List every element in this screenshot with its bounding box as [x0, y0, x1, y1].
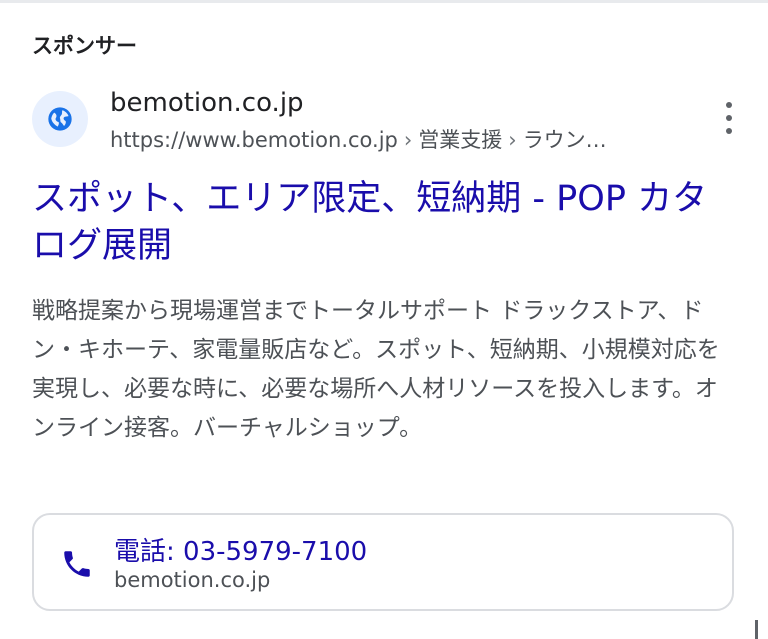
top-divider: [0, 0, 768, 3]
ad-headline-link[interactable]: スポット、エリア限定、短納期 - POP カタログ展開: [32, 176, 732, 270]
url-path-1: 営業支援: [418, 128, 503, 152]
call-extension-button[interactable]: 電話: 03-5979-7100 bemotion.co.jp: [32, 513, 734, 611]
ad-description: 戦略提案から現場運営までトータルサポート ドラックストア、ドン・キホーテ、家電量…: [32, 298, 720, 441]
more-vert-icon[interactable]: [722, 102, 736, 134]
url-separator: ›: [403, 128, 413, 152]
globe-icon: [48, 107, 72, 131]
phone-icon: [64, 551, 90, 577]
display-url: https://www.bemotion.co.jp › 営業支援 › ラウン…: [110, 124, 702, 154]
site-favicon: [32, 91, 88, 147]
url-path-2: ラウン…: [522, 128, 607, 152]
advertiser-name[interactable]: bemotion.co.jp: [110, 88, 304, 118]
advertiser-header[interactable]: bemotion.co.jp https://www.bemotion.co.j…: [32, 88, 744, 152]
call-domain: bemotion.co.jp: [114, 568, 271, 592]
call-phone-label: 電話: 03-5979-7100: [114, 537, 368, 567]
url-separator: ›: [508, 128, 517, 152]
scrollbar-thumb[interactable]: [755, 620, 758, 639]
sponsored-label: スポンサー: [32, 34, 137, 58]
url-domain: https://www.bemotion.co.jp: [110, 128, 398, 152]
